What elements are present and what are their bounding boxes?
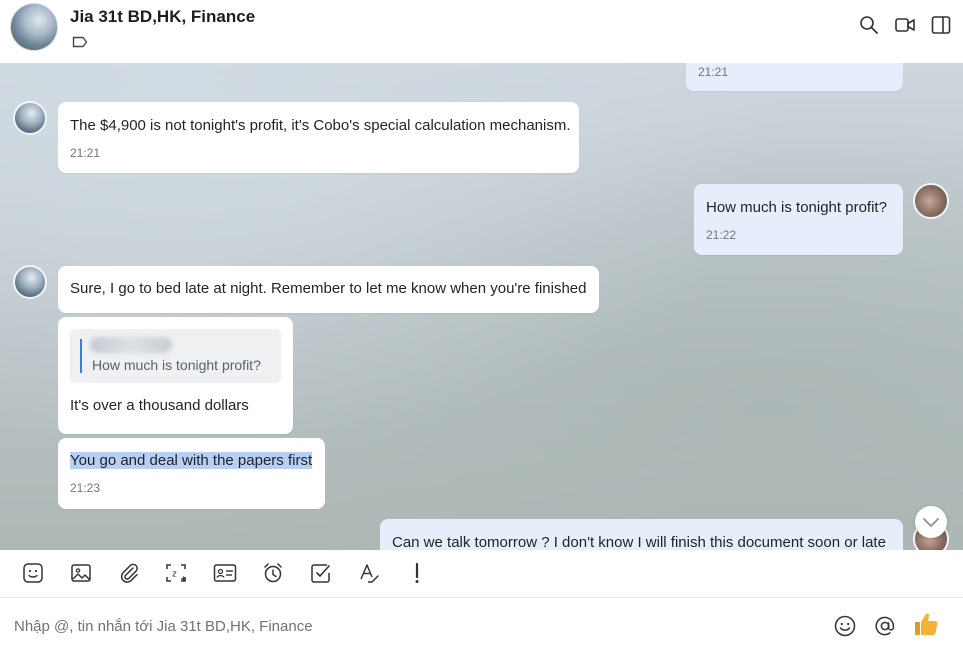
image-icon[interactable] xyxy=(70,562,92,584)
message-bubble-sent[interactable]: Can we talk tomorrow ? I don't know I wi… xyxy=(380,519,903,550)
search-icon[interactable] xyxy=(859,15,878,35)
contact-avatar[interactable] xyxy=(13,265,47,299)
contact-avatar[interactable] xyxy=(13,101,47,135)
message-bubble-sent[interactable]: How much is tonight profit? 21:22 xyxy=(694,184,903,255)
todo-icon[interactable] xyxy=(310,562,332,584)
emoji-icon[interactable] xyxy=(833,614,857,638)
quoted-sender-name xyxy=(90,337,172,353)
message-text: Sure, I go to bed late at night. Remembe… xyxy=(70,280,587,297)
conversation-title[interactable]: Jia 31t BD,HK, Finance xyxy=(70,7,255,27)
message-text: It's over a thousand dollars xyxy=(70,397,249,414)
sidebar-toggle-icon[interactable] xyxy=(931,15,951,35)
group-avatar[interactable] xyxy=(10,3,58,51)
reminder-icon[interactable] xyxy=(262,562,284,584)
scroll-to-bottom-button[interactable] xyxy=(915,506,947,538)
screenshot-icon[interactable]: z xyxy=(165,562,187,584)
my-avatar[interactable] xyxy=(913,183,949,219)
contact-card-icon[interactable] xyxy=(213,562,237,584)
composer-toolbar: z xyxy=(0,550,963,598)
message-composer xyxy=(0,598,963,655)
attachment-icon[interactable] xyxy=(118,562,140,584)
text-format-icon[interactable] xyxy=(358,562,380,584)
message-bubble-received[interactable]: The $4,900 is not tonight's profit, it's… xyxy=(58,102,579,173)
urgent-icon[interactable] xyxy=(406,562,428,584)
chevron-down-icon xyxy=(923,518,939,527)
message-input[interactable] xyxy=(14,614,794,638)
mention-icon[interactable] xyxy=(873,614,897,638)
quoted-text: How much is tonight profit? xyxy=(92,357,261,373)
message-time: 21:21 xyxy=(698,65,729,79)
message-bubble-received[interactable]: You go and deal with the papers first 21… xyxy=(58,438,325,509)
thumbs-up-icon[interactable] xyxy=(913,611,939,637)
message-text-selected: You go and deal with the papers first xyxy=(70,452,313,469)
sticker-icon[interactable] xyxy=(22,562,44,584)
message-text: How much is tonight profit? xyxy=(706,199,887,216)
message-time: 21:21 xyxy=(70,146,101,160)
svg-text:z: z xyxy=(172,570,177,580)
quoted-message[interactable]: How much is tonight profit? xyxy=(70,329,281,383)
message-list[interactable]: 21:21 The $4,900 is not tonight's profit… xyxy=(0,63,963,550)
message-bubble-sent[interactable]: 21:21 xyxy=(686,63,903,91)
message-text: The $4,900 is not tonight's profit, it's… xyxy=(70,117,571,134)
message-bubble-reply[interactable]: How much is tonight profit? It's over a … xyxy=(58,317,293,434)
video-call-icon[interactable] xyxy=(895,15,915,35)
message-text: Can we talk tomorrow ? I don't know I wi… xyxy=(392,534,886,550)
chat-header: Jia 31t BD,HK, Finance xyxy=(0,0,963,64)
tag-icon[interactable] xyxy=(72,35,88,48)
quote-bar xyxy=(80,339,82,373)
message-time: 21:23 xyxy=(70,481,101,495)
message-time: 21:22 xyxy=(706,228,737,242)
message-bubble-received[interactable]: Sure, I go to bed late at night. Remembe… xyxy=(58,266,599,313)
